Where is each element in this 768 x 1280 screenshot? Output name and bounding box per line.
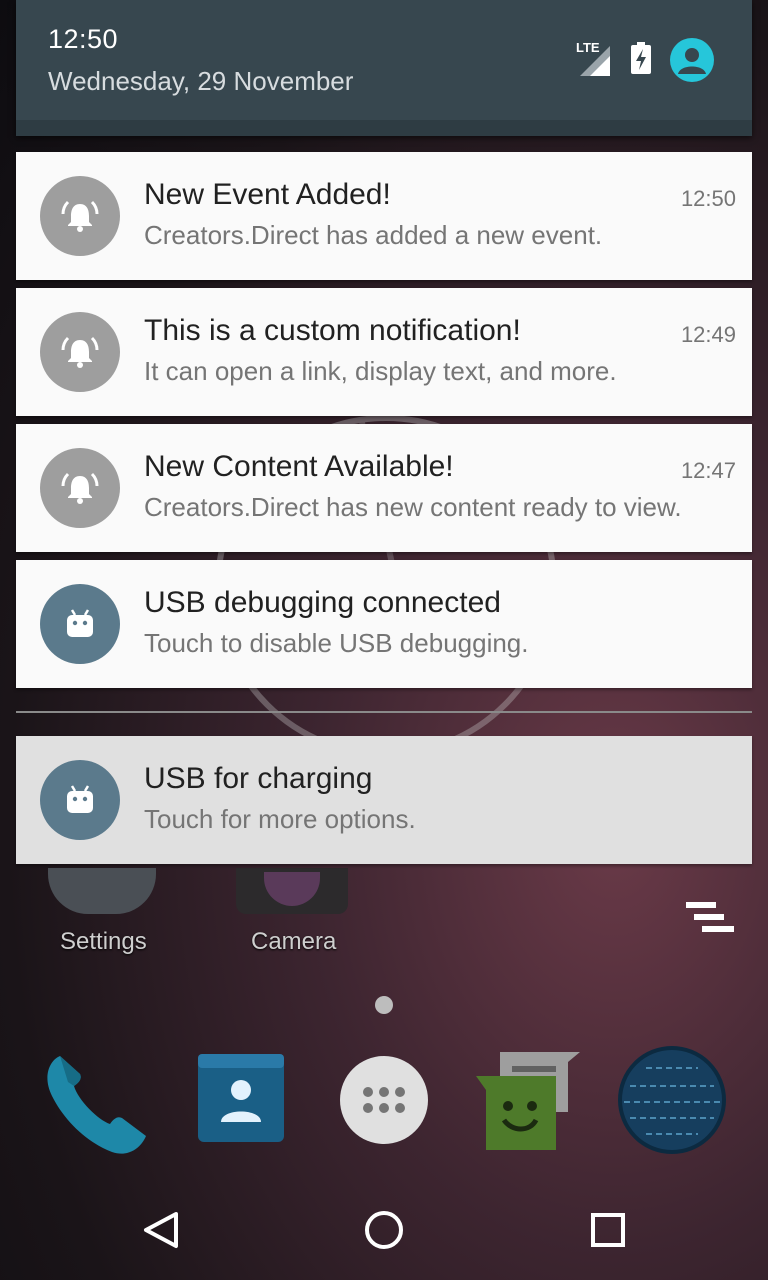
user-avatar-icon[interactable] [670, 38, 714, 82]
notification-card[interactable]: USB for charging Touch for more options. [16, 736, 752, 864]
dismiss-all-icon[interactable] [684, 900, 736, 940]
notification-text: Creators.Direct has added a new event. [144, 220, 603, 250]
home-icon[interactable] [354, 1200, 414, 1260]
notification-title: USB debugging connected [144, 586, 501, 619]
browser-globe-icon[interactable] [616, 1046, 726, 1156]
header-date: Wednesday, 29 November [48, 66, 354, 96]
status-icons: LTE [576, 38, 714, 82]
lte-label: LTE [576, 40, 600, 55]
notification-time: 12:47 [680, 458, 736, 483]
notification-card[interactable]: This is a custom notification! It can op… [16, 288, 752, 416]
notification-card[interactable]: New Event Added! Creators.Direct has add… [16, 152, 752, 280]
notification-time: 12:49 [680, 322, 736, 347]
android-icon [40, 760, 120, 840]
page-indicator-dot [375, 996, 393, 1014]
android-icon [40, 584, 120, 664]
notification-title: USB for charging [144, 762, 373, 795]
notification-time: 12:50 [680, 186, 736, 211]
bell-ring-icon [40, 448, 120, 528]
notification-text: It can open a link, display text, and mo… [144, 356, 617, 386]
contacts-icon[interactable] [188, 1046, 298, 1156]
recents-icon[interactable] [578, 1200, 638, 1260]
notification-card[interactable]: USB debugging connected Touch to disable… [16, 560, 752, 688]
notification-text: Touch for more options. [144, 804, 416, 834]
app-drawer-icon[interactable] [330, 1046, 440, 1156]
settings-app-icon[interactable] [48, 868, 156, 914]
messenger-icon[interactable] [472, 1046, 582, 1156]
phone-icon[interactable] [38, 1046, 148, 1156]
notification-title: New Content Available! [144, 450, 454, 483]
back-icon[interactable] [130, 1200, 190, 1260]
bell-ring-icon [40, 176, 120, 256]
header-shadow-strip [16, 120, 752, 136]
camera-app-icon[interactable] [236, 868, 348, 914]
settings-app-label[interactable]: Settings [60, 928, 147, 956]
notification-card[interactable]: New Content Available! Creators.Direct h… [16, 424, 752, 552]
notification-divider [16, 711, 752, 713]
lte-signal-icon: LTE [576, 40, 612, 78]
notification-title: New Event Added! [144, 178, 391, 211]
bell-ring-icon [40, 312, 120, 392]
header-clock[interactable]: 12:50 [48, 24, 118, 55]
notification-title: This is a custom notification! [144, 314, 521, 347]
battery-charging-icon [630, 41, 652, 79]
camera-app-label[interactable]: Camera [251, 928, 336, 956]
notification-text: Touch to disable USB debugging. [144, 628, 529, 658]
notification-text: Creators.Direct has new content ready to… [144, 492, 682, 522]
